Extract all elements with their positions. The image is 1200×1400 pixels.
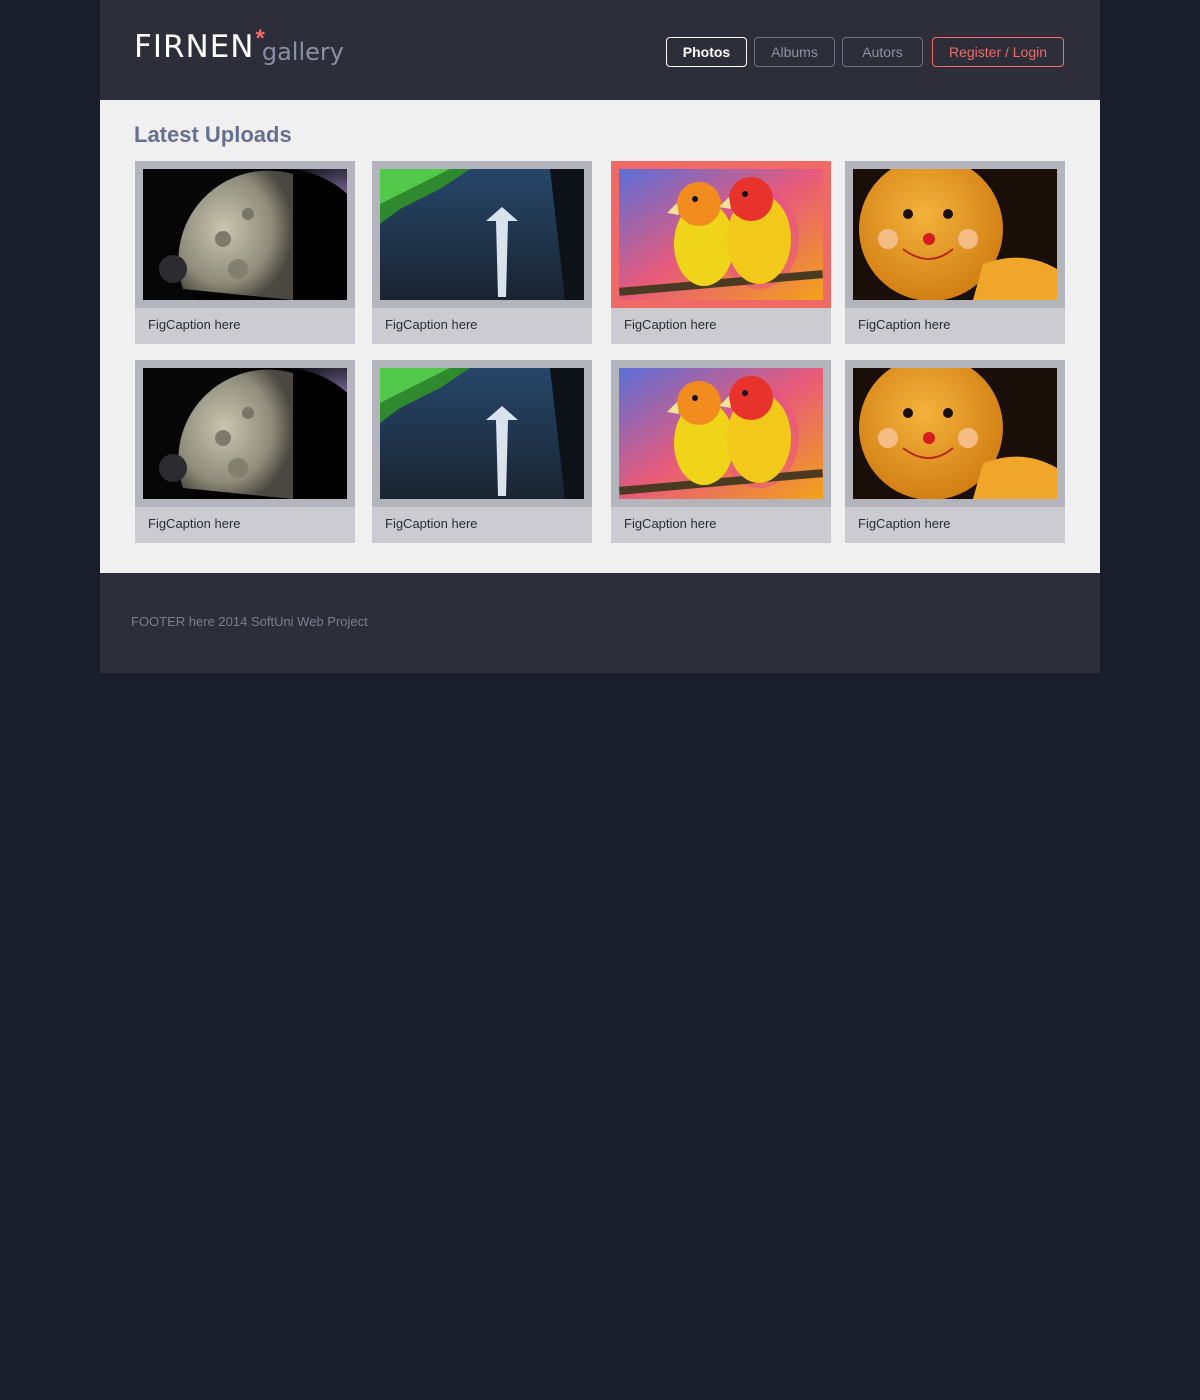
main-content: Latest Uploads FigCaption here FigCaptio… <box>100 100 1100 573</box>
moon-image[interactable] <box>143 368 347 499</box>
cookie-face-image[interactable] <box>853 169 1057 300</box>
gallery-card[interactable]: FigCaption here <box>845 360 1065 543</box>
fig-caption: FigCaption here <box>624 317 717 332</box>
nav-photos-button[interactable]: Photos <box>666 37 747 67</box>
footer-text: FOOTER here 2014 SoftUni Web Project <box>131 614 368 629</box>
gallery-card[interactable]: FigCaption here <box>845 161 1065 344</box>
fig-caption: FigCaption here <box>858 317 951 332</box>
cookie-face-image[interactable] <box>853 368 1057 499</box>
photo-frame <box>845 360 1065 507</box>
gallery-card[interactable]: FigCaption here <box>372 161 592 344</box>
parrots-image[interactable] <box>619 368 823 499</box>
parrots-image[interactable] <box>619 169 823 300</box>
photo-frame <box>372 360 592 507</box>
fig-caption: FigCaption here <box>624 516 717 531</box>
fig-caption: FigCaption here <box>385 516 478 531</box>
site-footer: FOOTER here 2014 SoftUni Web Project <box>100 573 1100 673</box>
gallery-card[interactable]: FigCaption here <box>611 360 831 543</box>
fig-caption: FigCaption here <box>148 317 241 332</box>
fig-caption: FigCaption here <box>385 317 478 332</box>
fig-caption: FigCaption here <box>148 516 241 531</box>
moon-image[interactable] <box>143 169 347 300</box>
main-nav: Photos Albums Autors Register / Login <box>666 37 1064 67</box>
photo-frame <box>372 161 592 308</box>
gallery-card[interactable]: FigCaption here <box>135 161 355 344</box>
road-arrow-image[interactable] <box>380 368 584 499</box>
logo-main-text: FIRNEN <box>134 29 255 65</box>
photo-frame <box>611 161 831 308</box>
nav-autors-button[interactable]: Autors <box>842 37 923 67</box>
fig-caption: FigCaption here <box>858 516 951 531</box>
page-title: Latest Uploads <box>134 122 292 147</box>
road-arrow-image[interactable] <box>380 169 584 300</box>
nav-albums-button[interactable]: Albums <box>754 37 835 67</box>
photo-frame <box>135 161 355 308</box>
gallery-card[interactable]: FigCaption here <box>372 360 592 543</box>
gallery-card[interactable]: FigCaption here <box>611 161 831 344</box>
logo[interactable]: FIRNEN * gallery <box>134 27 344 70</box>
photo-frame <box>135 360 355 507</box>
gallery-card[interactable]: FigCaption here <box>135 360 355 543</box>
logo-sub-text: gallery <box>261 38 344 66</box>
photo-frame <box>611 360 831 507</box>
register-login-button[interactable]: Register / Login <box>932 37 1064 67</box>
site-header: FIRNEN * gallery Photos Albums Autors Re… <box>100 0 1100 100</box>
photo-frame <box>845 161 1065 308</box>
page: FIRNEN * gallery Photos Albums Autors Re… <box>100 0 1100 673</box>
